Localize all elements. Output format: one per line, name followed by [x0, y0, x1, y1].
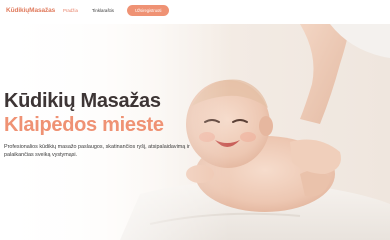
nav-link-blog[interactable]: Tinklaraštis — [89, 6, 117, 15]
hero-description: Profesionalios kūdikių masažo paslaugos,… — [4, 144, 190, 158]
nav-link-home[interactable]: Pradžia — [60, 6, 81, 15]
hero-title-line1: Kūdikių Masažas — [4, 90, 161, 112]
register-button[interactable]: Užsiregistruoti — [126, 5, 170, 16]
site-header: KūdikiųMasažas Pradžia Tinklaraštis Užsi… — [0, 0, 390, 24]
hero-title-line2: Klaipėdos mieste — [4, 114, 164, 136]
hero-section: Kūdikių Masažas Klaipėdos mieste Profesi… — [0, 24, 390, 240]
main-nav: Pradžia Tinklaraštis Užsiregistruoti — [60, 5, 170, 16]
logo[interactable]: KūdikiųMasažas — [6, 7, 55, 14]
